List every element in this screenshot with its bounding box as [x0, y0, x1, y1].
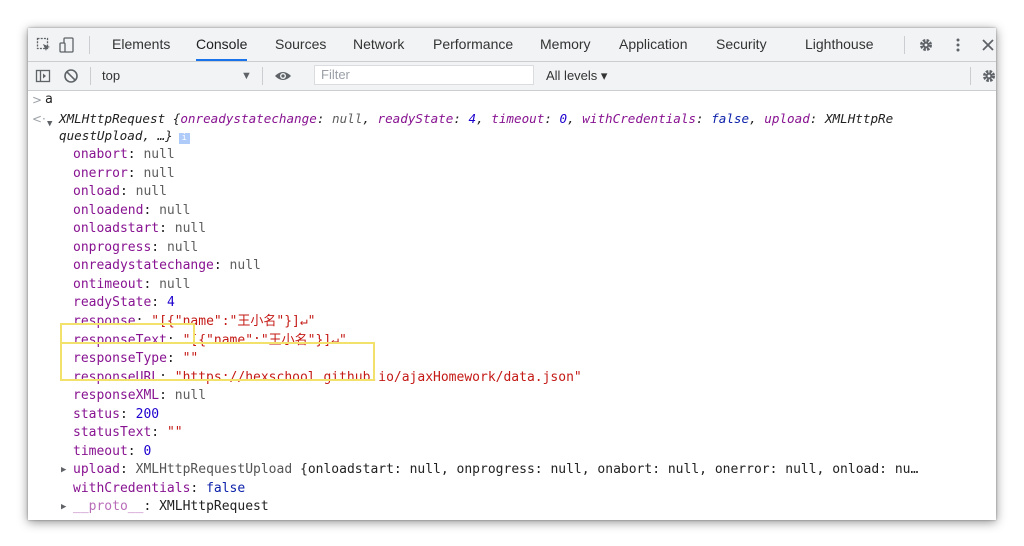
expand-arrow-icon[interactable]: ▶ — [61, 498, 66, 516]
separator — [262, 67, 263, 85]
property-value: null — [143, 165, 175, 181]
tab-console[interactable]: Console — [196, 28, 248, 61]
property-row[interactable]: onabort: null — [73, 146, 175, 164]
property-row[interactable]: ontimeout: null — [73, 276, 190, 294]
tab-elements[interactable]: Elements — [112, 28, 170, 61]
property-key: readyState — [73, 295, 152, 311]
highlight-box-readystate — [60, 323, 195, 344]
property-value: 4 — [166, 295, 175, 311]
tab-performance[interactable]: Performance — [433, 28, 513, 61]
devtools-window: Elements Console Sources Network Perform… — [28, 28, 996, 520]
tab-memory[interactable]: Memory — [540, 28, 591, 61]
property-key: onerror — [73, 165, 128, 181]
property-value: null — [159, 202, 191, 218]
property-row[interactable]: onloadstart: null — [73, 220, 206, 238]
property-key: __proto__ — [73, 499, 144, 515]
tab-application[interactable]: Application — [619, 28, 688, 61]
property-key: status — [73, 406, 120, 422]
property-key: statusText — [73, 425, 152, 441]
property-row[interactable]: onloadend: null — [73, 202, 190, 220]
console-toolbar: top ▼ Filter All levels ▾ — [28, 62, 996, 91]
property-key: ontimeout — [73, 276, 144, 292]
property-key: onabort — [73, 147, 128, 162]
separator — [904, 36, 905, 54]
property-row[interactable]: status: 200 — [73, 406, 159, 424]
tab-network[interactable]: Network — [353, 28, 404, 61]
property-row[interactable]: withCredentials: false — [73, 480, 245, 498]
property-value: null — [135, 184, 167, 200]
property-row[interactable]: statusText: "" — [73, 424, 183, 442]
expand-arrow-icon[interactable]: ▼ — [47, 115, 52, 133]
input-prompt-icon: > — [32, 93, 43, 107]
property-key: withCredentials — [73, 480, 191, 496]
device-toolbar-icon[interactable] — [59, 37, 75, 53]
highlight-box-response — [60, 342, 375, 381]
property-value: null — [159, 276, 191, 292]
console-output: > a <· ▼ XMLHttpRequest {onreadystatecha… — [28, 91, 996, 520]
property-row[interactable]: onprogress: null — [73, 239, 198, 257]
property-value: null — [143, 147, 175, 162]
eye-icon[interactable] — [274, 68, 291, 84]
property-value: null — [166, 239, 199, 255]
tab-bar: Elements Console Sources Network Perform… — [28, 28, 996, 62]
property-value: false — [206, 480, 246, 496]
property-value: 200 — [135, 406, 160, 422]
separator — [90, 67, 91, 85]
property-row[interactable]: onreadystatechange: null — [73, 257, 261, 275]
more-options-icon[interactable] — [950, 37, 966, 53]
property-row[interactable]: readyState: 4 — [73, 294, 175, 312]
property-value: null — [229, 258, 261, 274]
property-value: "" — [166, 425, 183, 441]
expand-arrow-icon[interactable]: ▶ — [61, 461, 66, 479]
output-prompt-icon: <· — [32, 112, 46, 126]
property-key: onreadystatechange — [73, 258, 214, 274]
gear-icon[interactable] — [918, 37, 934, 53]
property-row[interactable]: onload: null — [73, 183, 167, 201]
property-value: null — [174, 388, 207, 404]
sidebar-toggle-icon[interactable] — [35, 68, 51, 84]
property-row[interactable]: ▶ upload: XMLHttpRequestUpload {onloadsta… — [61, 461, 919, 479]
property-key: upload — [73, 462, 120, 478]
context-selector[interactable]: top — [102, 62, 120, 90]
clear-console-icon[interactable] — [63, 68, 79, 84]
object-summary-line2: questUpload, …} i — [59, 127, 190, 145]
property-value: 0 — [143, 443, 152, 459]
info-icon[interactable]: i — [178, 133, 190, 144]
close-icon[interactable] — [980, 37, 996, 53]
property-value: XMLHttpRequestUpload {onloadstart: null,… — [135, 462, 919, 478]
property-row[interactable]: timeout: 0 — [73, 443, 151, 461]
property-key: onload — [73, 184, 120, 200]
separator — [970, 67, 971, 85]
property-key: onloadstart — [73, 221, 160, 237]
object-summary-line1[interactable]: XMLHttpRequest {onreadystatechange: null… — [59, 110, 893, 128]
filter-input[interactable]: Filter — [314, 65, 534, 85]
log-levels-dropdown[interactable]: All levels ▾ — [546, 62, 607, 90]
tab-sources[interactable]: Sources — [275, 28, 326, 61]
tab-security[interactable]: Security — [716, 28, 767, 61]
console-settings-icon[interactable] — [981, 68, 996, 84]
property-value: XMLHttpRequest — [159, 499, 269, 515]
console-input: a — [45, 92, 53, 107]
property-row[interactable]: onerror: null — [73, 165, 175, 183]
property-key: responseXML — [73, 388, 160, 404]
separator — [89, 36, 90, 54]
property-row[interactable]: ▶ __proto__: XMLHttpRequest — [61, 498, 269, 516]
tab-lighthouse[interactable]: Lighthouse — [805, 28, 874, 61]
property-key: onloadend — [73, 202, 144, 218]
property-value: null — [174, 221, 207, 237]
property-key: timeout — [73, 443, 128, 459]
chevron-down-icon[interactable]: ▼ — [241, 62, 252, 90]
inspect-element-icon[interactable] — [36, 37, 52, 53]
property-key: onprogress — [73, 239, 152, 255]
property-row[interactable]: responseXML: null — [73, 387, 206, 405]
